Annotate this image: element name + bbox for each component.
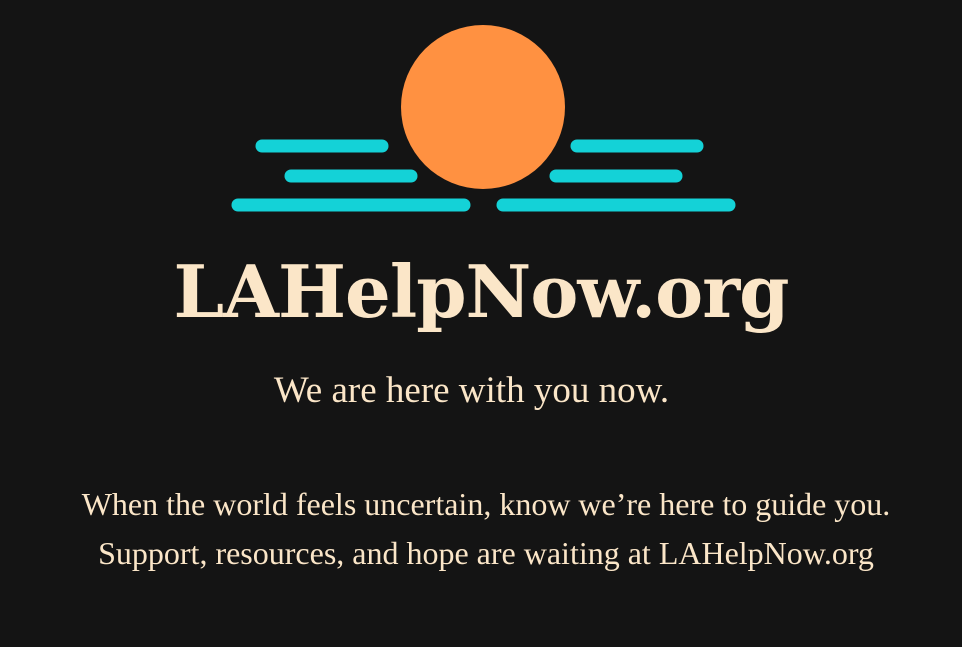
tagline: We are here with you now.: [273, 370, 670, 411]
body-text: When the world feels uncertain, know we’…: [81, 486, 891, 571]
sun-circle: [401, 25, 565, 189]
site-title: LAHelpNow.org: [173, 249, 790, 334]
landing-page: LAHelpNow.org We are here with you now. …: [0, 0, 962, 647]
sun-over-water-icon: [231, 25, 736, 212]
